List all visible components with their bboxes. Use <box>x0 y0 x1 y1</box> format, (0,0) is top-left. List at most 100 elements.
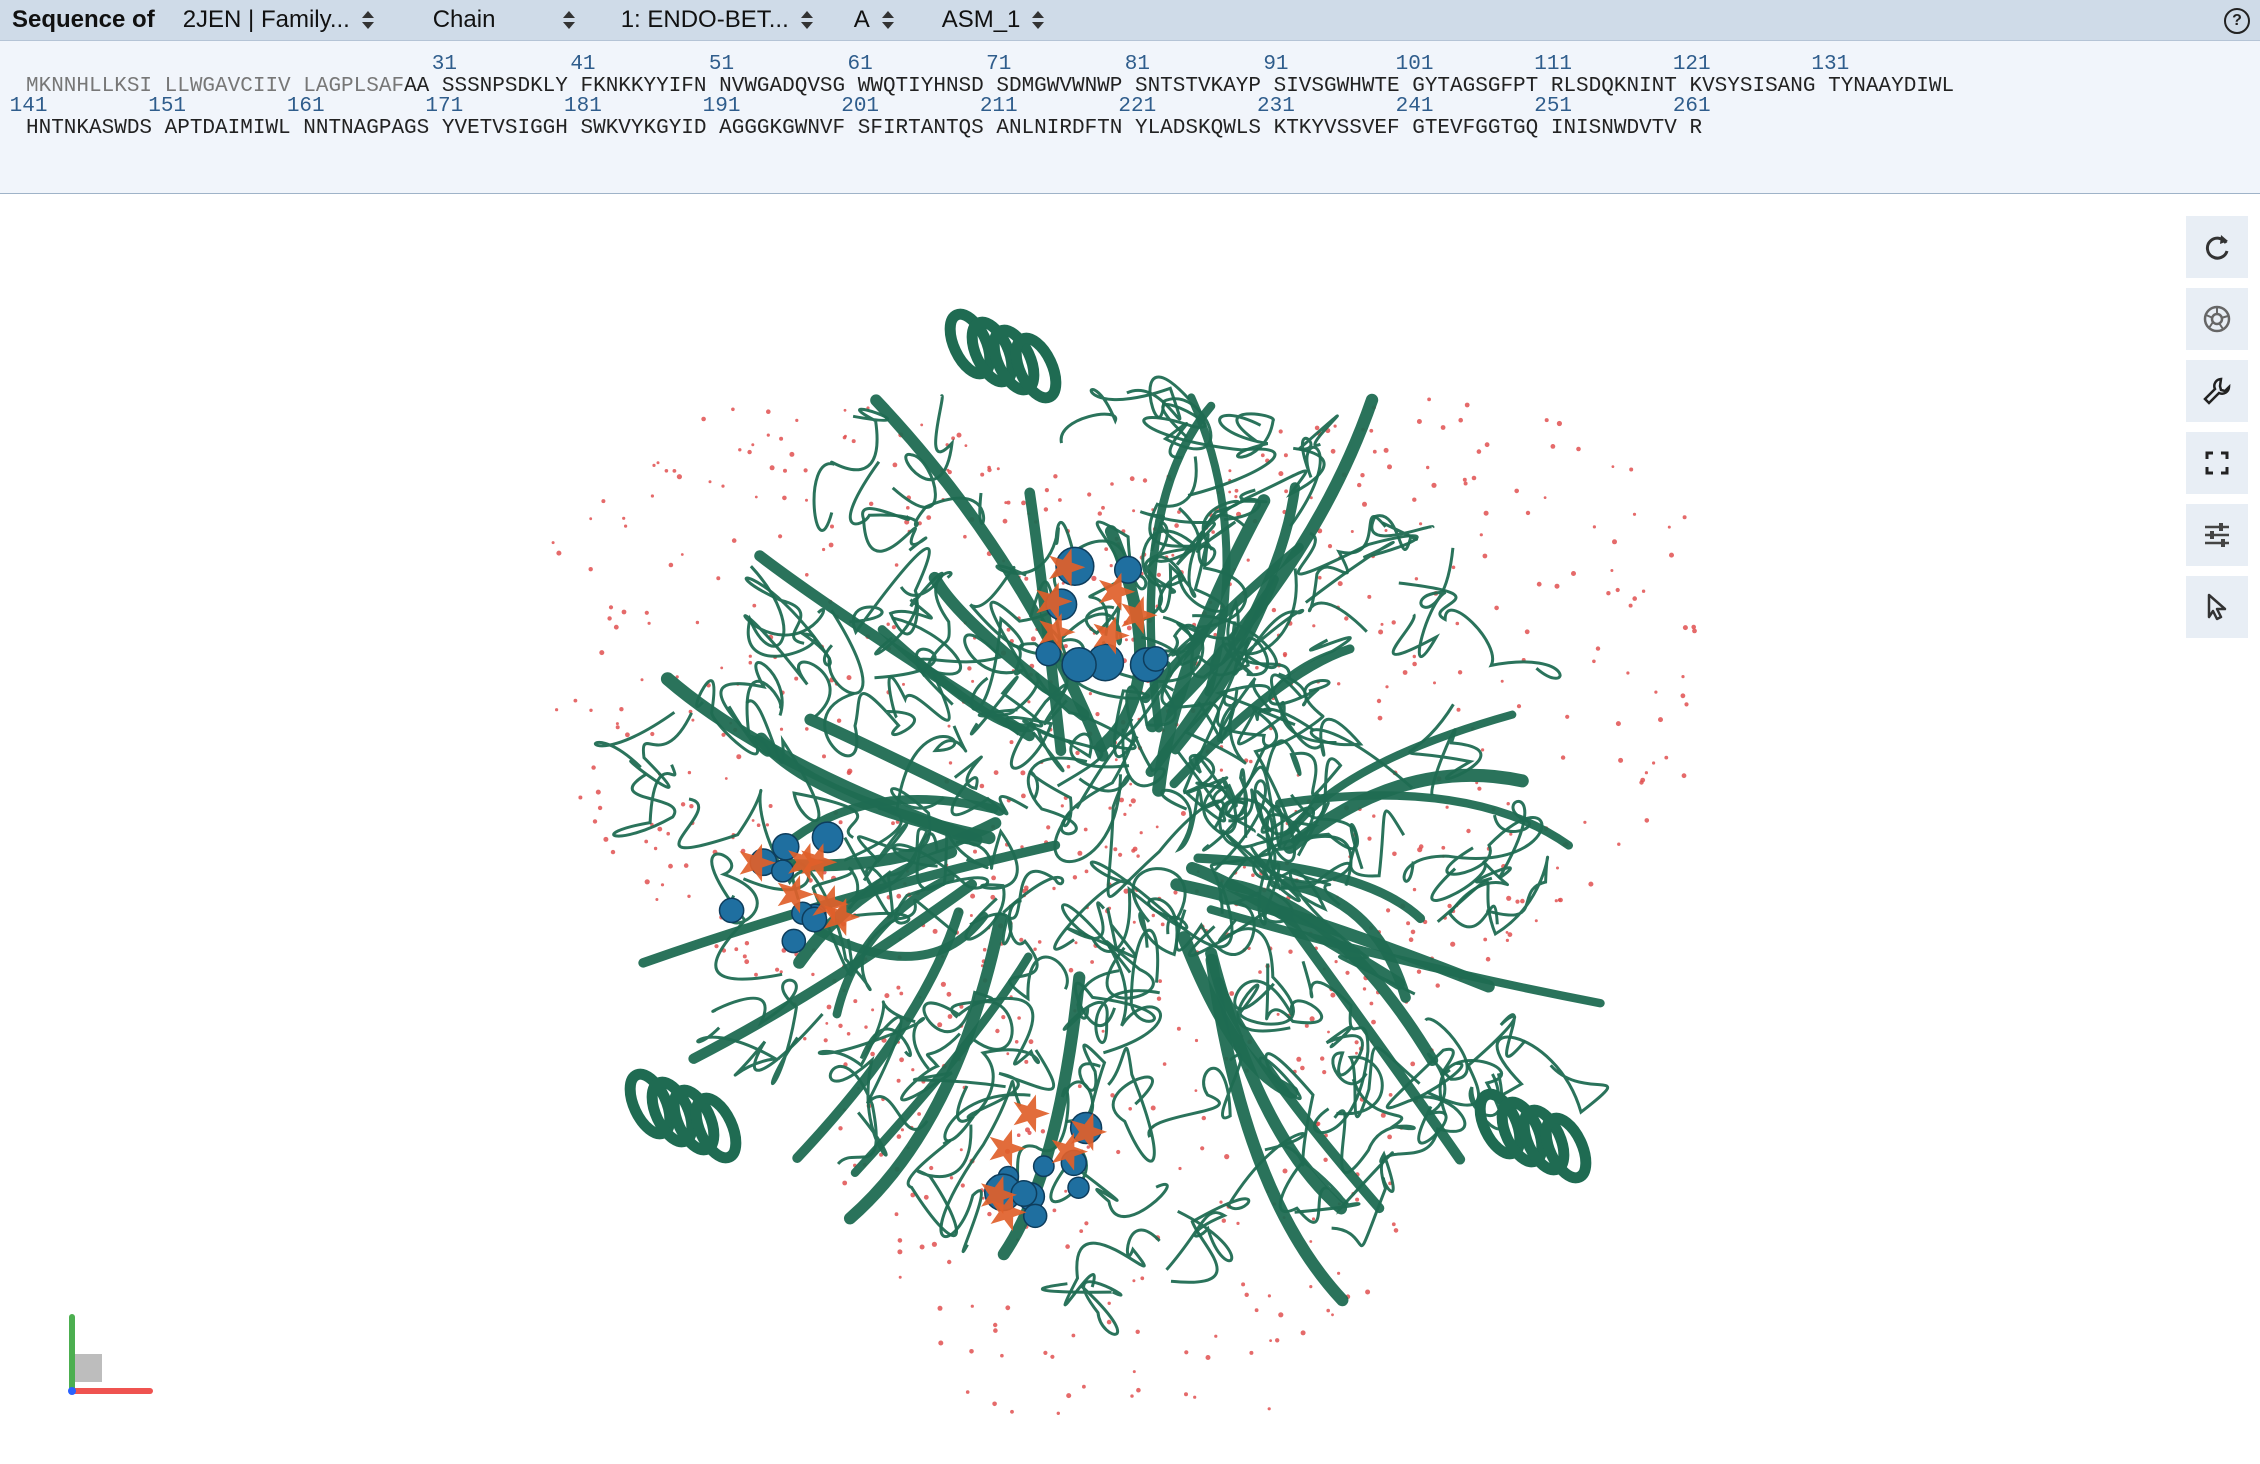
water-molecule <box>766 433 770 437</box>
water-molecule <box>1229 991 1235 996</box>
sequence-number: 241 <box>1395 95 1434 118</box>
water-molecule <box>1300 1330 1306 1336</box>
water-molecule <box>1369 428 1374 433</box>
water-molecule <box>1082 1384 1086 1389</box>
water-molecule <box>826 1004 832 1010</box>
water-molecule <box>1483 937 1488 942</box>
water-molecule <box>1560 755 1566 760</box>
water-molecule <box>1254 1308 1259 1313</box>
water-molecule <box>1276 1012 1280 1016</box>
help-icon[interactable]: ? <box>2224 8 2250 34</box>
water-molecule <box>1132 846 1138 852</box>
water-molecule <box>708 480 712 484</box>
water-molecule <box>747 449 752 455</box>
water-molecule <box>695 620 700 625</box>
settings-icon[interactable] <box>2186 504 2248 566</box>
water-molecule <box>1074 941 1078 945</box>
water-molecule <box>947 1259 952 1265</box>
assembly-select[interactable]: ASM_1 <box>942 0 1062 40</box>
water-molecule <box>668 562 674 568</box>
tools-icon[interactable] <box>2186 360 2248 422</box>
water-molecule <box>948 761 953 765</box>
water-molecule <box>1371 1019 1376 1025</box>
water-molecule <box>992 1401 997 1407</box>
water-molecule <box>1040 1129 1046 1134</box>
water-molecule <box>1481 748 1485 752</box>
backbone-loop <box>1061 885 1189 974</box>
water-molecule <box>1184 1392 1188 1397</box>
water-molecule <box>1393 1228 1399 1233</box>
sequence-panel[interactable]: 31 41 51 61 71 81 91 101 111 121 131 MKNNHLLKSI LL… <box>0 41 2260 195</box>
water-molecule <box>1583 820 1587 824</box>
water-molecule <box>1414 577 1419 581</box>
water-molecule <box>959 1148 963 1152</box>
water-molecule <box>1002 518 1008 524</box>
water-molecule <box>624 524 628 528</box>
sequence-number: 151 <box>148 95 187 118</box>
sequence-number: 141 <box>9 95 48 118</box>
water-molecule <box>1126 625 1132 631</box>
water-molecule <box>1014 1040 1019 1044</box>
screenshot-icon[interactable] <box>2186 288 2248 350</box>
fullscreen-icon[interactable] <box>2186 432 2248 494</box>
water-molecule <box>1155 825 1159 829</box>
water-molecule <box>595 789 601 795</box>
water-molecule <box>1464 402 1470 408</box>
water-molecule <box>1355 1051 1358 1055</box>
reset-icon[interactable] <box>2186 216 2248 278</box>
water-molecule <box>1219 768 1223 772</box>
select-icon[interactable] <box>2186 576 2248 638</box>
water-molecule <box>1412 661 1417 667</box>
water-molecule <box>736 754 742 760</box>
water-molecule <box>591 765 596 770</box>
water-molecule <box>1030 636 1036 642</box>
water-molecule <box>1392 851 1397 857</box>
sequence-number: 131 <box>1811 53 1850 76</box>
water-molecule <box>838 1023 843 1028</box>
water-molecule <box>734 947 739 952</box>
water-molecule <box>556 550 562 556</box>
water-molecule <box>1278 429 1283 434</box>
protein-structure-render[interactable] <box>540 224 1700 1424</box>
water-molecule <box>1052 1208 1057 1213</box>
ligand-atom <box>811 821 844 854</box>
structure-viewer[interactable] <box>0 194 2260 1464</box>
signal-peptide-residues[interactable]: MKNNHLLKSI LLWGAVCIIV LAGPLSAF <box>26 75 404 98</box>
chain-select[interactable]: A <box>854 0 914 40</box>
backbone-loop <box>1107 1046 1156 1163</box>
mode-select[interactable]: Chain <box>433 0 583 40</box>
chain-residues-1[interactable]: AA SSSNPSDKLY FKNKKYYIFN NVWGADQVSG WWQT… <box>404 75 1954 98</box>
water-molecule <box>1330 992 1336 998</box>
entry-select[interactable]: 2JEN | Family... <box>183 0 403 40</box>
sequence-number: 101 <box>1395 53 1434 76</box>
water-molecule <box>724 777 728 780</box>
sequence-line-2[interactable]: HNTNKASWDS APTDAIMIWL NNTNAGPAGS YVETVSI… <box>26 117 1702 140</box>
water-molecule <box>742 954 747 959</box>
water-molecule <box>754 972 758 977</box>
water-molecule <box>987 1211 992 1217</box>
water-molecule <box>1433 681 1436 685</box>
water-molecule <box>1052 886 1056 891</box>
water-molecule <box>1427 397 1431 402</box>
water-molecule <box>1000 1353 1004 1358</box>
entity-select[interactable]: 1: ENDO-BET... <box>621 0 826 40</box>
water-molecule <box>1160 922 1165 927</box>
water-molecule <box>1337 581 1343 587</box>
water-molecule <box>897 1249 903 1255</box>
water-molecule <box>805 498 808 502</box>
water-molecule <box>555 708 559 712</box>
water-molecule <box>1106 1319 1112 1325</box>
water-molecule <box>1505 938 1509 943</box>
water-molecule <box>1344 616 1349 621</box>
water-molecule <box>1219 1200 1223 1204</box>
water-molecule <box>1664 755 1669 760</box>
water-molecule <box>1283 453 1288 458</box>
water-molecule <box>1201 1115 1206 1121</box>
water-molecule <box>1004 501 1008 505</box>
water-molecule <box>1372 449 1377 454</box>
sequence-title: Sequence of <box>12 6 155 33</box>
water-molecule <box>969 914 973 917</box>
water-molecule <box>1104 845 1108 849</box>
water-molecule <box>1626 671 1630 675</box>
water-molecule <box>1387 464 1392 470</box>
